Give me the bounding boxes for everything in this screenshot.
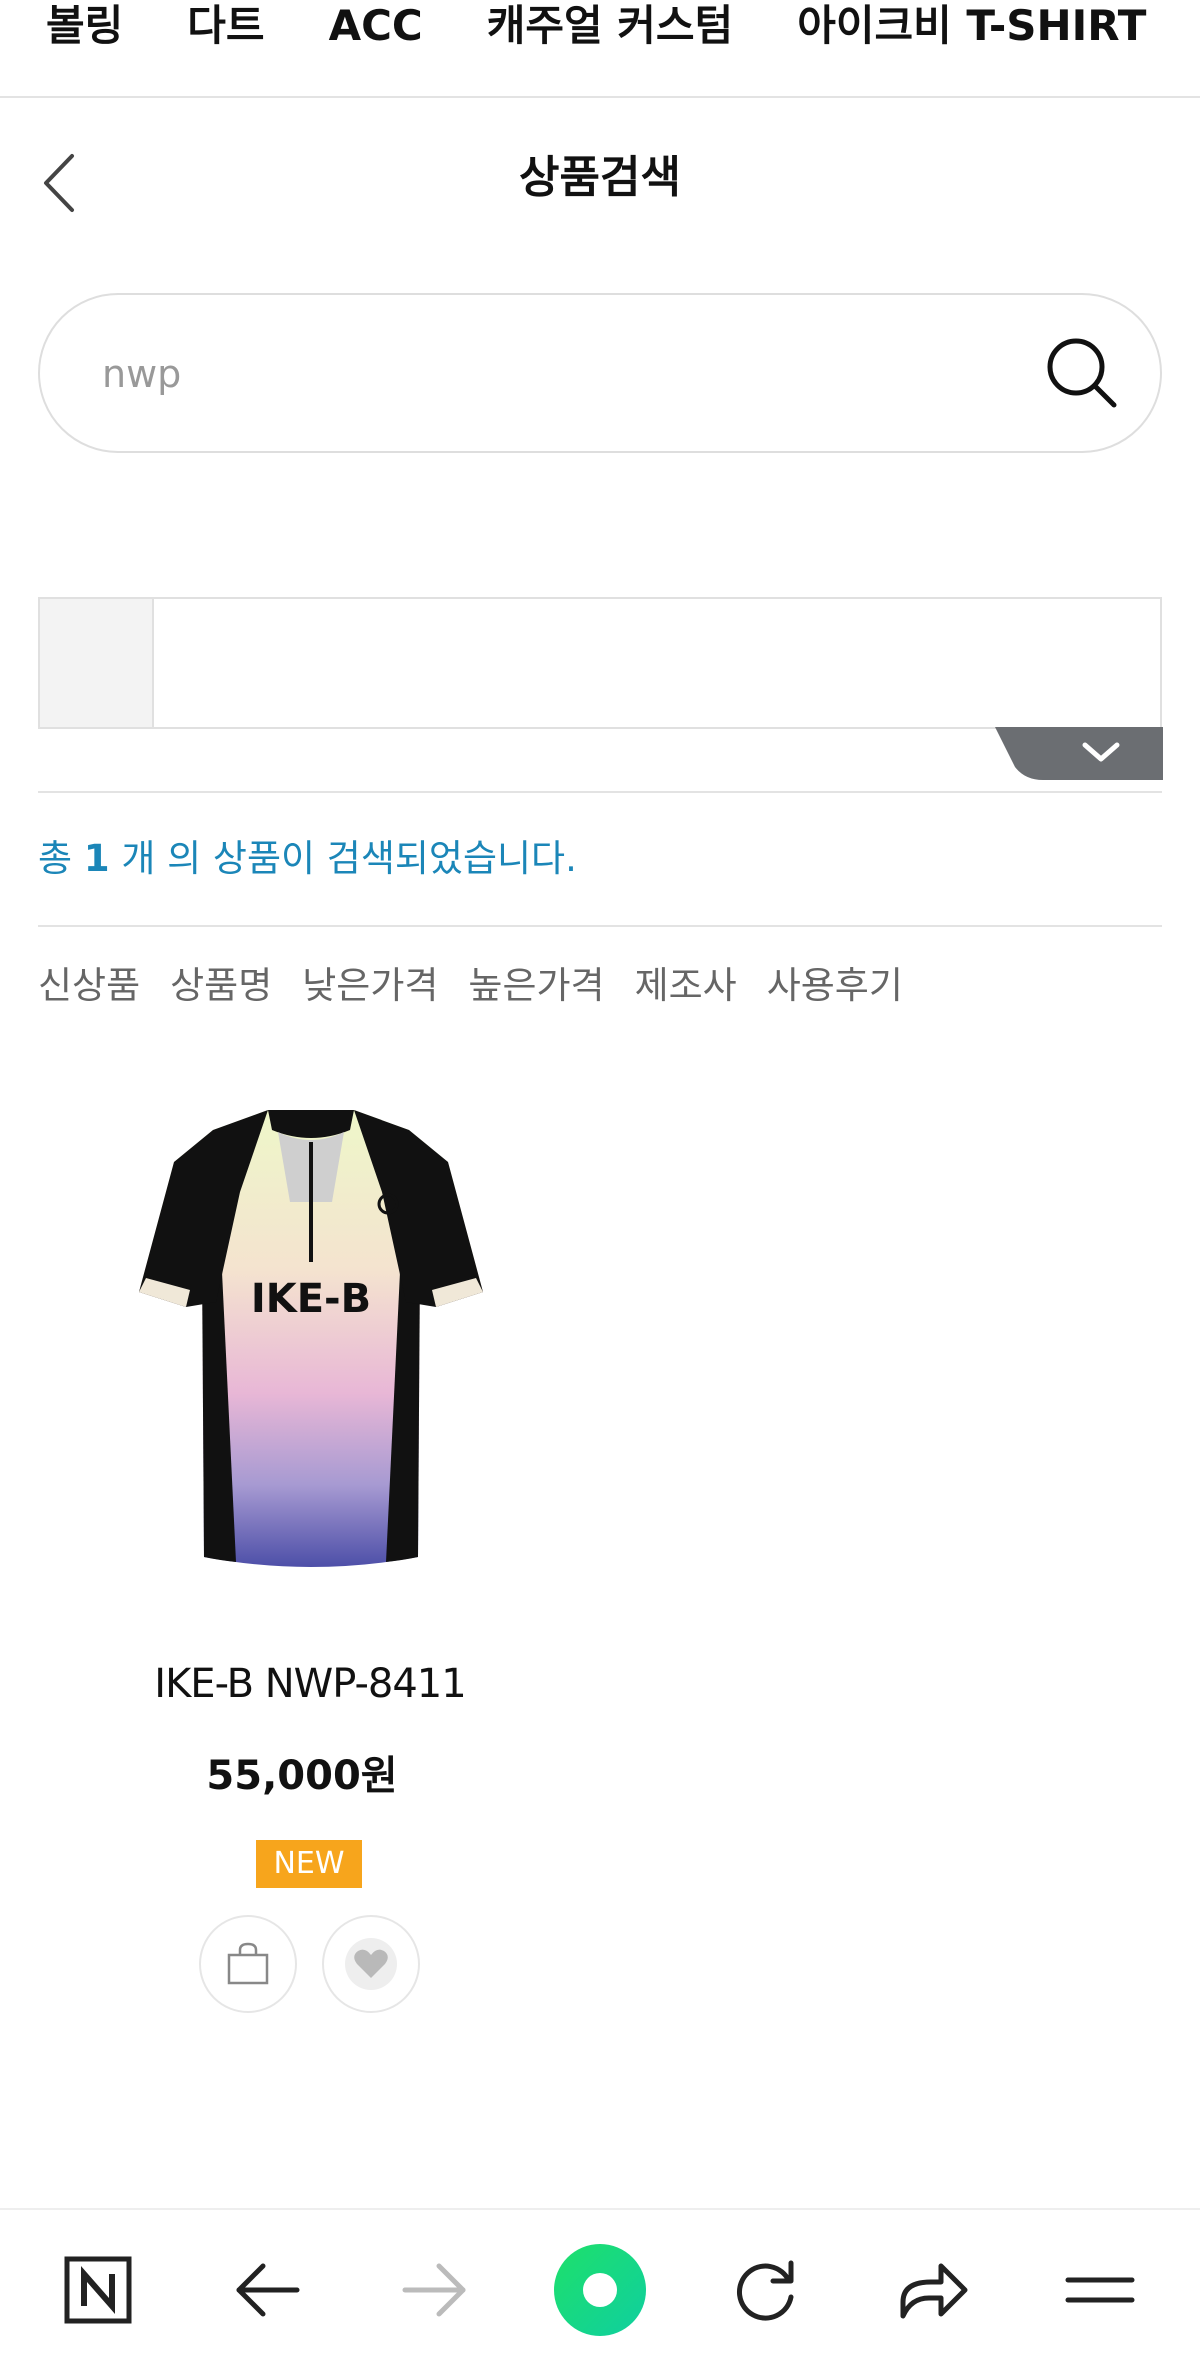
search-icon — [1047, 338, 1117, 408]
share-icon — [900, 2263, 968, 2319]
product-image[interactable]: IKE-B — [118, 1102, 504, 1584]
search-box — [38, 293, 1162, 453]
result-suffix: 개 의 상품이 검색되었습니다. — [121, 837, 577, 880]
back-arrow-icon — [236, 2263, 300, 2317]
product-price: 55,000원 — [206, 1753, 398, 1799]
category-nav: 볼링 다트 ACC 캐주얼 커스텀 아이크비 T-SHIRT 자 — [0, 0, 1200, 98]
browser-toolbar — [0, 2208, 1200, 2365]
category-casual-custom[interactable]: 캐주얼 커스텀 — [487, 0, 733, 50]
product-name[interactable]: IKE-B NWP-8411 — [0, 1656, 620, 1712]
filter-box[interactable] — [38, 597, 1162, 729]
refresh-button[interactable] — [726, 2250, 806, 2330]
menu-button[interactable] — [1060, 2250, 1140, 2330]
home-circle-button[interactable] — [548, 2238, 652, 2342]
category-bowling[interactable]: 볼링 — [46, 0, 123, 50]
jersey-image: IKE-B — [139, 1110, 483, 1567]
category-acc[interactable]: ACC — [329, 0, 423, 50]
page: 볼링 다트 ACC 캐주얼 커스텀 아이크비 T-SHIRT 자 상품검색 — [0, 0, 1200, 2365]
sort-bar: 신상품 상품명 낮은가격 높은가격 제조사 사용후기 — [38, 958, 933, 1014]
refresh-icon — [736, 2260, 794, 2321]
search-button[interactable] — [1044, 335, 1120, 411]
result-prefix: 총 — [38, 837, 73, 880]
forward-arrow-icon — [402, 2263, 466, 2317]
naver-home-button[interactable] — [58, 2250, 138, 2330]
filter-toggle-button[interactable] — [995, 727, 1163, 780]
result-number: 1 — [83, 837, 110, 880]
filter-toggle-shape — [995, 727, 1163, 780]
sort-manufacturer[interactable]: 제조사 — [635, 958, 737, 1014]
new-badge: NEW — [256, 1840, 362, 1888]
share-button[interactable] — [892, 2250, 972, 2330]
filter-label-cell — [40, 599, 154, 727]
category-darts[interactable]: 다트 — [187, 0, 264, 50]
wishlist-button[interactable] — [322, 1915, 420, 2013]
sort-newest[interactable]: 신상품 — [38, 958, 140, 1014]
shopping-bag-icon — [227, 1942, 269, 1985]
jersey-logo-text: IKE-B — [251, 1276, 371, 1322]
menu-icon — [1065, 2277, 1135, 2303]
search-input[interactable] — [102, 339, 1002, 409]
divider — [38, 925, 1162, 927]
home-circle-icon — [554, 2244, 646, 2336]
divider — [38, 791, 1162, 793]
forward-nav-button[interactable] — [394, 2250, 474, 2330]
category-ikeb-tshirt[interactable]: 아이크비 T-SHIRT — [797, 0, 1146, 50]
sort-name[interactable]: 상품명 — [170, 958, 272, 1014]
result-count: 총 1 개 의 상품이 검색되었습니다. — [38, 833, 577, 885]
sort-low-price[interactable]: 낮은가격 — [302, 958, 438, 1014]
sort-high-price[interactable]: 높은가격 — [468, 958, 604, 1014]
back-nav-button[interactable] — [228, 2250, 308, 2330]
naver-n-icon — [64, 2256, 132, 2324]
page-title: 상품검색 — [519, 152, 681, 203]
sort-reviews[interactable]: 사용후기 — [767, 958, 903, 1014]
heart-icon — [345, 1938, 397, 1990]
add-to-cart-button[interactable] — [199, 1915, 297, 2013]
